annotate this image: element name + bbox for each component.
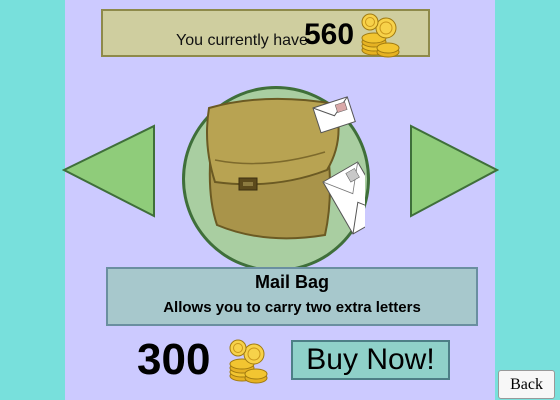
gold-coins-icon xyxy=(356,10,404,63)
item-price: 300 xyxy=(137,335,211,384)
item-name: Mail Bag xyxy=(254,272,329,292)
gold-coins-icon xyxy=(224,336,272,389)
buy-now-button[interactable]: Buy Now! xyxy=(291,340,450,380)
right-arrow-icon xyxy=(410,124,500,218)
balance-label: You currently have xyxy=(176,32,308,49)
item-description-box: Mail Bag Allows you to carry two extra l… xyxy=(106,267,478,326)
back-button[interactable]: Back xyxy=(498,370,555,399)
item-description: Allows you to carry two extra letters xyxy=(163,299,421,316)
balance-amount: 560 xyxy=(304,18,355,51)
next-item-button[interactable] xyxy=(409,124,500,223)
previous-item-button[interactable] xyxy=(61,124,156,223)
left-arrow-icon xyxy=(61,124,155,218)
mail-bag-icon xyxy=(195,90,389,255)
